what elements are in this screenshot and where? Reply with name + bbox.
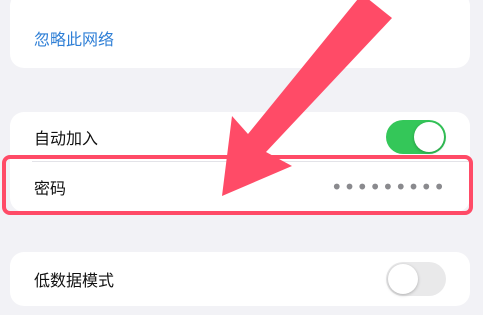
auto-join-label: 自动加入 <box>34 129 99 148</box>
toggle-knob <box>388 264 418 294</box>
auto-join-toggle[interactable] <box>386 120 446 154</box>
forget-network-group: 忽略此网络 <box>10 0 470 68</box>
password-row[interactable]: 密码 ••••••••• <box>10 162 470 212</box>
auto-join-row: 自动加入 <box>10 112 470 162</box>
low-data-mode-toggle[interactable] <box>386 262 446 296</box>
forget-network-label: 忽略此网络 <box>34 30 115 49</box>
password-masked-value: ••••••••• <box>330 175 446 199</box>
low-data-mode-label: 低数据模式 <box>34 271 115 290</box>
low-data-group: 低数据模式 <box>10 252 470 306</box>
network-options-group: 自动加入 密码 ••••••••• <box>10 112 470 212</box>
toggle-knob <box>414 122 444 152</box>
forget-network-button[interactable]: 忽略此网络 <box>10 20 470 56</box>
password-label: 密码 <box>34 179 67 198</box>
low-data-mode-row: 低数据模式 <box>10 252 470 306</box>
